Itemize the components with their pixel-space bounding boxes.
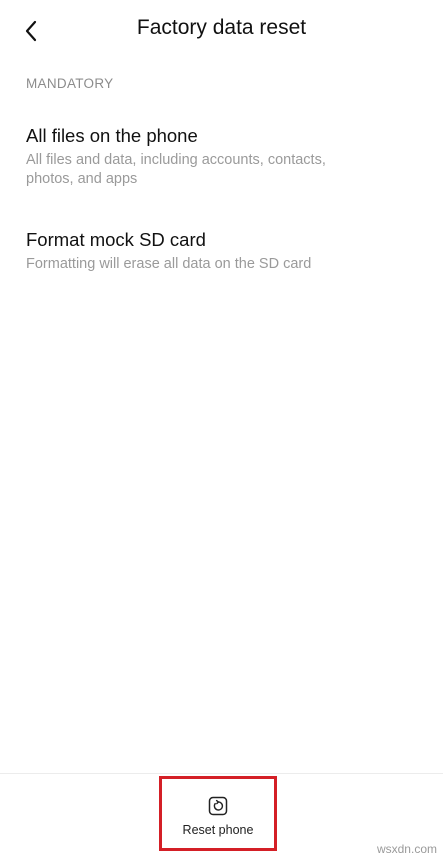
watermark: wsxdn.com (376, 842, 437, 856)
option-description: Formatting will erase all data on the SD… (26, 256, 312, 272)
option-title: All files on the phone (26, 125, 198, 146)
option-format-sd-card[interactable]: Format mock SD card Formatting will eras… (26, 228, 417, 274)
reset-icon (208, 796, 228, 816)
reset-phone-label: Reset phone (182, 823, 254, 837)
option-title: Format mock SD card (26, 229, 206, 250)
option-all-files[interactable]: All files on the phone All files and dat… (26, 124, 417, 189)
option-description: All files and data, including accounts, … (26, 152, 326, 187)
reset-phone-button[interactable]: Reset phone (159, 776, 277, 851)
section-label-mandatory: MANDATORY (26, 76, 114, 91)
page-title: Factory data reset (136, 16, 307, 39)
header: Factory data reset (0, 0, 443, 62)
